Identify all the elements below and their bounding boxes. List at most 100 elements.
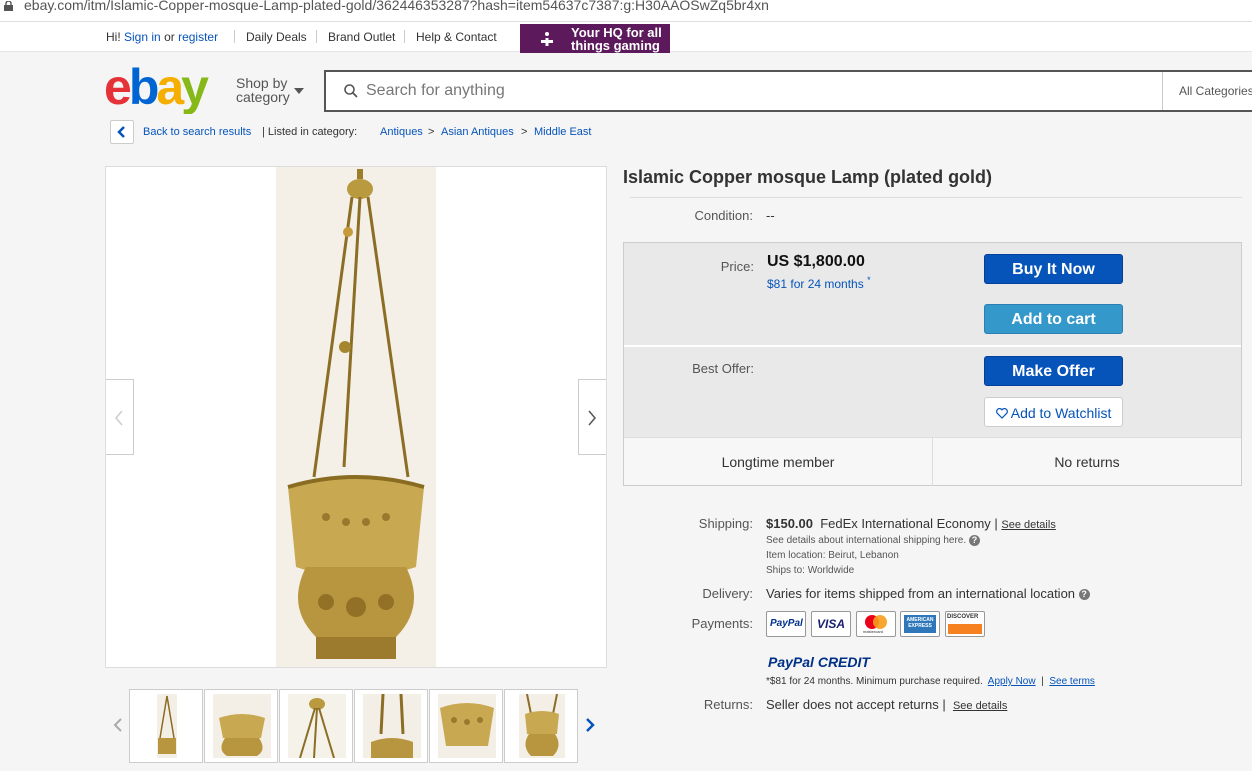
paypal-credit-word: PayPal <box>768 654 814 670</box>
buy-it-now-button[interactable]: Buy It Now <box>984 254 1123 284</box>
gaming-promo-banner[interactable]: Your HQ for all things gaming <box>520 24 670 53</box>
monthly-payment[interactable]: $81 for 24 months * <box>767 275 871 291</box>
divider <box>234 30 235 43</box>
brand-outlet-link[interactable]: Brand Outlet <box>328 30 395 44</box>
apply-now-link[interactable]: Apply Now <box>988 676 1036 687</box>
feature-bar: Longtime member No returns <box>624 437 1241 486</box>
delivery-info: Varies for items shipped from an interna… <box>766 586 1090 601</box>
best-offer-label: Best Offer: <box>692 361 754 376</box>
search-input[interactable] <box>366 80 1146 102</box>
shipping-see-details-link[interactable]: See details <box>1001 519 1055 531</box>
lamp-image <box>276 167 436 667</box>
breadcrumb-sep: > <box>521 126 528 138</box>
thumbnail[interactable] <box>279 689 353 763</box>
shipping-info: $150.00 FedEx International Economy | Se… <box>766 516 1056 531</box>
help-contact-link[interactable]: Help & Contact <box>416 30 497 44</box>
thumbnail[interactable] <box>429 689 503 763</box>
controller-icon <box>541 32 553 46</box>
global-header: Hi! Sign in or register Daily Deals Bran… <box>0 22 1252 53</box>
help-icon[interactable]: ? <box>1078 589 1090 601</box>
lock-icon <box>4 1 13 11</box>
image-viewer <box>105 166 607 668</box>
no-returns-badge: No returns <box>1054 454 1120 470</box>
visa-icon: VISA <box>811 611 851 637</box>
chevron-right-icon <box>588 410 596 426</box>
greeting: Hi! Sign in or register <box>106 30 218 44</box>
thumbnail-image <box>213 694 271 758</box>
ebay-logo[interactable]: ebay <box>104 64 224 114</box>
daily-deals-link[interactable]: Daily Deals <box>246 30 307 44</box>
category-select[interactable]: All Categories <box>1162 72 1252 110</box>
greeting-text: Hi! <box>106 30 121 44</box>
visa-card-text: VISA <box>817 617 846 631</box>
search-bar: All Categories <box>324 70 1252 112</box>
discover-card-text: DISCOVER <box>947 614 979 620</box>
back-button[interactable] <box>110 120 134 144</box>
divider <box>404 30 405 43</box>
help-icon[interactable]: ? <box>968 535 980 546</box>
url-text: ebay.com/itm/Islamic-Copper-mosque-Lamp-… <box>24 0 769 13</box>
promo-text: Your HQ for all things gaming <box>571 25 662 53</box>
breadcrumb-antiques[interactable]: Antiques <box>380 126 423 138</box>
thumbnail-image <box>438 694 496 758</box>
shipping-label: Shipping: <box>698 516 753 531</box>
chevron-left-icon <box>117 126 125 138</box>
heart-icon <box>995 407 1008 419</box>
watchlist-label: Add to Watchlist <box>1010 405 1112 421</box>
credit-note-text: *$81 for 24 months. Minimum purchase req… <box>766 676 983 687</box>
sign-in-link[interactable]: Sign in <box>124 30 161 44</box>
divider <box>624 345 1241 347</box>
thumbnail[interactable] <box>129 689 203 763</box>
returns-text: Seller does not accept returns | <box>766 697 946 712</box>
chevron-right-icon[interactable] <box>585 718 595 732</box>
shipping-service: FedEx International Economy | <box>820 516 998 531</box>
item-title: Islamic Copper mosque Lamp (plated gold) <box>623 167 993 187</box>
amex-card-text: AMERICAN EXPRESS <box>906 617 934 629</box>
item-price: US $1,800.00 <box>767 253 865 270</box>
thumbnail[interactable] <box>204 689 278 763</box>
payments-label: Payments: <box>691 616 753 631</box>
monthly-payment-text: $81 for 24 months <box>767 277 864 291</box>
paypal-credit-tag: CREDIT <box>817 654 870 670</box>
previous-image-button[interactable] <box>106 379 134 455</box>
thumbnail-image <box>288 694 346 758</box>
price-label: Price: <box>720 259 754 274</box>
pipe: | <box>1041 676 1044 687</box>
credit-note: *$81 for 24 months. Minimum purchase req… <box>766 676 1095 687</box>
chevron-left-icon[interactable] <box>113 718 123 732</box>
shipping-cost: $150.00 <box>766 516 813 531</box>
returns-label: Returns: <box>703 697 753 712</box>
divider <box>630 197 1242 198</box>
amex-icon: AMERICAN EXPRESS <box>900 611 940 637</box>
ships-to: Ships to: Worldwide <box>766 565 855 576</box>
returns-see-details-link[interactable]: See details <box>953 700 1007 712</box>
thumbnail[interactable] <box>504 689 578 763</box>
divider <box>316 30 317 43</box>
chevron-left-icon <box>115 410 123 426</box>
add-to-cart-button[interactable]: Add to cart <box>984 304 1123 334</box>
back-to-search-link[interactable]: Back to search results <box>143 126 251 138</box>
delivery-text: Varies for items shipped from an interna… <box>766 586 1076 601</box>
mastercard-icon: mastercard <box>856 611 896 637</box>
breadcrumb-asian-antiques[interactable]: Asian Antiques <box>441 126 514 138</box>
thumbnail-strip <box>105 688 607 766</box>
make-offer-button[interactable]: Make Offer <box>984 356 1123 386</box>
thumbnail[interactable] <box>354 689 428 763</box>
intl-shipping-note: See details about international shipping… <box>766 535 980 546</box>
mastercard-card-text: mastercard <box>863 629 884 634</box>
main-product-image[interactable] <box>276 167 436 667</box>
caret-down-icon <box>294 88 304 94</box>
thumbnail-image <box>519 694 565 758</box>
add-to-watchlist-button[interactable]: Add to Watchlist <box>984 397 1123 427</box>
next-image-button[interactable] <box>578 379 606 455</box>
register-link[interactable]: register <box>178 30 218 44</box>
breadcrumb-middle-east[interactable]: Middle East <box>534 126 591 138</box>
paypal-credit-logo: PayPal CREDIT <box>768 654 870 670</box>
intl-shipping-note-text: See details about international shipping… <box>766 535 967 547</box>
address-bar[interactable]: ebay.com/itm/Islamic-Copper-mosque-Lamp-… <box>0 0 1252 22</box>
see-terms-link[interactable]: See terms <box>1049 676 1095 687</box>
or-text: or <box>164 30 175 44</box>
shop-by-category[interactable]: Shop by category <box>236 76 304 104</box>
thumbnail-image <box>363 694 421 758</box>
discover-icon: DISCOVER <box>945 611 985 637</box>
